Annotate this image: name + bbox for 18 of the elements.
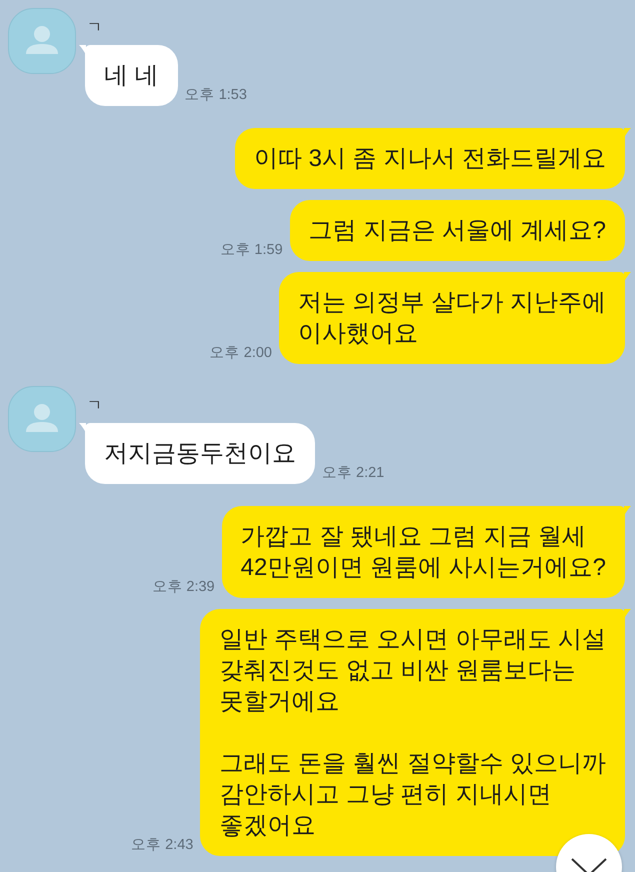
message-time: 오후 2:00 (210, 344, 272, 362)
person-avatar-icon (8, 386, 76, 452)
person-avatar-icon (8, 8, 76, 74)
chevron-down-icon (571, 858, 607, 872)
message-time: 오후 2:39 (152, 578, 215, 596)
message-bubble: 가깝고 잘 됐네요 그럼 지금 월세 42만원이면 원룸에 사시는거에요? (222, 506, 625, 598)
message-bubble: 일반 주택으로 오시면 아무래도 시설 갖춰진것도 없고 비싼 원룸보다는 못할거에요 그래도 돈을 훨씬 절약할수 있으니까 감안하시고 그냥 편히 지내시면 좋겠어요 (200, 609, 625, 856)
message-bubble: 그럼 지금은 서울에 계세요? (290, 200, 625, 261)
message-bubble: 네 네 (85, 45, 178, 106)
message-time: 오후 1:59 (220, 241, 283, 259)
message-time: 오후 2:43 (131, 836, 194, 854)
sender-name: ㄱ (87, 396, 102, 416)
message-time: 오후 2:21 (322, 464, 384, 482)
message-time: 오후 1:53 (184, 86, 247, 104)
message-bubble: 이따 3시 좀 지나서 전화드릴게요 (234, 128, 625, 189)
sender-name: ㄱ (87, 18, 102, 38)
message-bubble: 저지금동두천이요 (85, 423, 315, 484)
message-bubble: 저는 의정부 살다가 지난주에 이사했어요 (278, 272, 625, 364)
